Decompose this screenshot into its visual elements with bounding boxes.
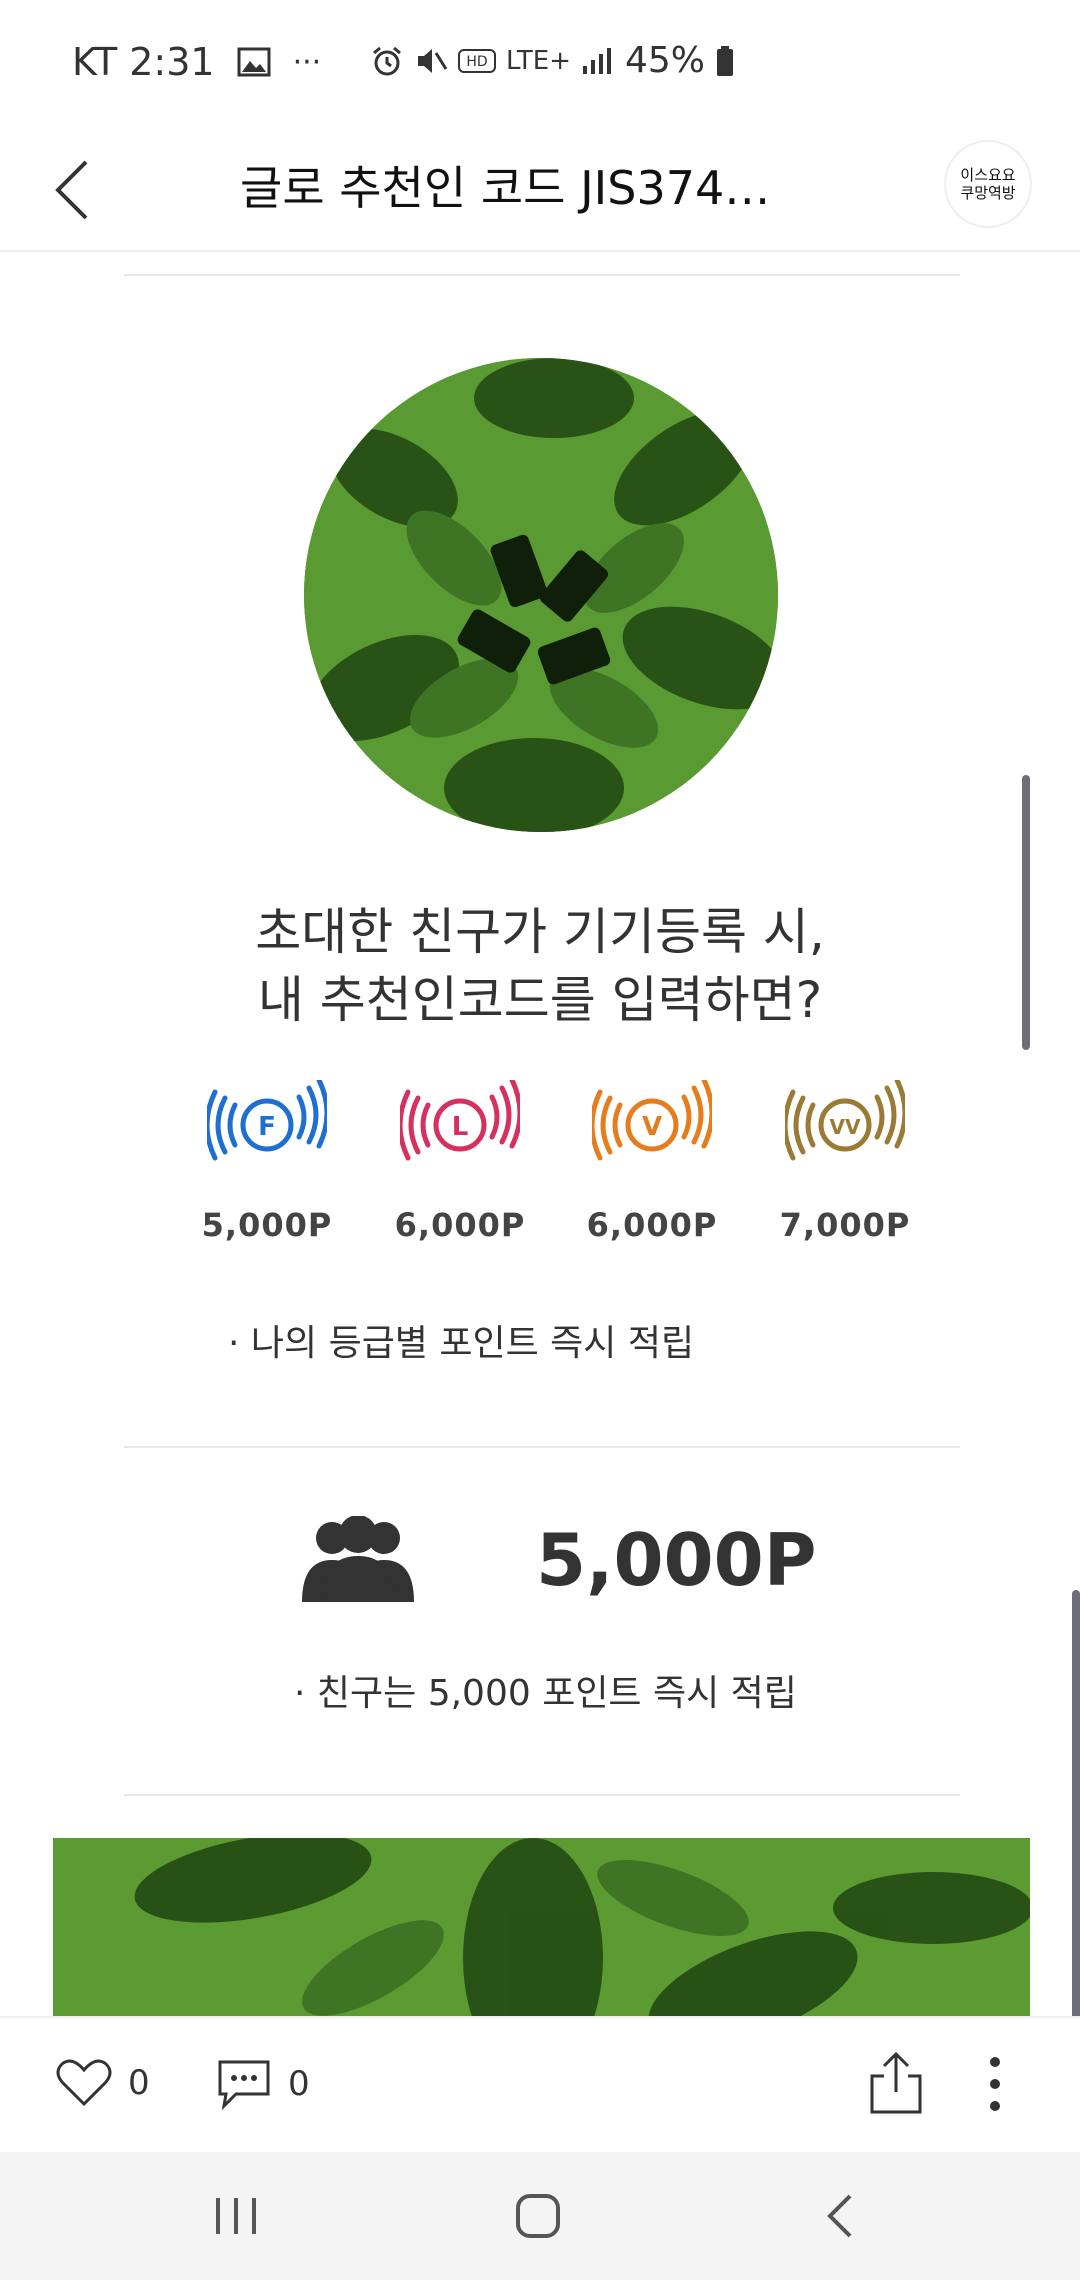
blog-avatar[interactable]: 이스요요 쿠망역방 <box>944 140 1032 228</box>
hands-with-phones-illustration <box>304 358 778 832</box>
like-button[interactable]: 0 <box>56 2058 150 2108</box>
grade-note: · 나의 등급별 포인트 즉시 적립 <box>228 1323 695 1364</box>
heart-icon <box>56 2059 112 2107</box>
grade-v: V 6,000P <box>557 1077 747 1244</box>
network-type: LTE+ <box>506 45 571 76</box>
status-left: KT 2:31 ··· <box>72 40 321 84</box>
scroll-indicator-right[interactable] <box>1022 775 1030 1050</box>
svg-text:HD: HD <box>466 54 487 70</box>
system-nav-bar <box>0 2152 1080 2280</box>
friend-points-row: 5,000P <box>0 1500 1080 1630</box>
status-right: HD LTE+ 45% <box>370 40 735 81</box>
recent-apps-button[interactable] <box>206 2188 266 2244</box>
grade-f-letter: F <box>258 1112 276 1142</box>
banner-image <box>53 1838 1030 2016</box>
comment-icon <box>218 2060 270 2110</box>
divider-middle <box>124 1446 960 1448</box>
grade-l-points: 6,000P <box>394 1206 526 1244</box>
status-bar: KT 2:31 ··· HD LTE+ 45% <box>0 0 1080 130</box>
comment-button[interactable]: 0 <box>216 2058 310 2110</box>
friend-note: · 친구는 5,000 포인트 즉시 적립 <box>294 1673 797 1714</box>
grade-v-icon: V <box>589 1077 715 1161</box>
page-title: 글로 추천인 코드 JIS374… <box>240 161 771 215</box>
more-notifications: ··· <box>292 44 322 80</box>
alarm-icon <box>373 46 401 75</box>
grade-f: F 5,000P <box>172 1077 362 1244</box>
grade-vv: VV 7,000P <box>750 1077 940 1244</box>
grade-l-icon: L <box>397 1077 523 1161</box>
battery-percent: 45% <box>625 40 706 81</box>
hands-banner-illustration <box>53 1838 1030 2016</box>
mute-icon <box>418 48 448 73</box>
grade-vv-letter: VV <box>830 1115 861 1139</box>
grade-vv-points: 7,000P <box>779 1206 911 1244</box>
comment-count: 0 <box>288 2064 310 2104</box>
home-button[interactable] <box>508 2188 568 2244</box>
grade-l-letter: L <box>452 1112 469 1142</box>
app-header: 글로 추천인 코드 JIS374… 이스요요 쿠망역방 <box>0 130 1080 252</box>
more-options-button[interactable] <box>980 2054 1010 2114</box>
signal-icon <box>583 47 611 74</box>
carrier-time: KT 2:31 <box>72 40 215 84</box>
grade-vv-icon: VV <box>782 1077 908 1161</box>
post-action-bar: 0 0 <box>0 2016 1080 2154</box>
headline-line-1: 초대한 친구가 기기등록 시, <box>255 903 825 961</box>
like-count: 0 <box>128 2063 150 2103</box>
divider-top <box>124 274 960 276</box>
friend-points-value: 5,000P <box>536 1518 817 1602</box>
grade-l: L 6,000P <box>365 1077 555 1244</box>
grade-f-points: 5,000P <box>201 1206 333 1244</box>
scroll-indicator-edge[interactable] <box>1072 1590 1080 2020</box>
grade-f-icon: F <box>204 1077 330 1161</box>
hd-icon: HD <box>458 48 496 73</box>
back-button[interactable] <box>48 150 118 230</box>
headline-line-2: 내 추천인코드를 입력하면? <box>257 971 823 1029</box>
grade-v-points: 6,000P <box>586 1206 718 1244</box>
gallery-notification-icon <box>237 47 271 77</box>
avatar-text: 이스요요 쿠망역방 <box>960 166 1016 202</box>
friends-icon <box>302 1516 414 1602</box>
headline: 초대한 친구가 기기등록 시, 내 추천인코드를 입력하면? <box>0 898 1080 1034</box>
divider-bottom <box>124 1794 960 1796</box>
grade-points-row: F 5,000P L 6,000P V 6,000P VV 7,000P <box>0 1077 1080 1280</box>
nav-back-button[interactable] <box>812 2188 872 2244</box>
share-button[interactable] <box>866 2050 926 2116</box>
grade-v-letter: V <box>642 1112 662 1142</box>
battery-icon <box>717 45 734 76</box>
hero-image <box>304 358 778 832</box>
